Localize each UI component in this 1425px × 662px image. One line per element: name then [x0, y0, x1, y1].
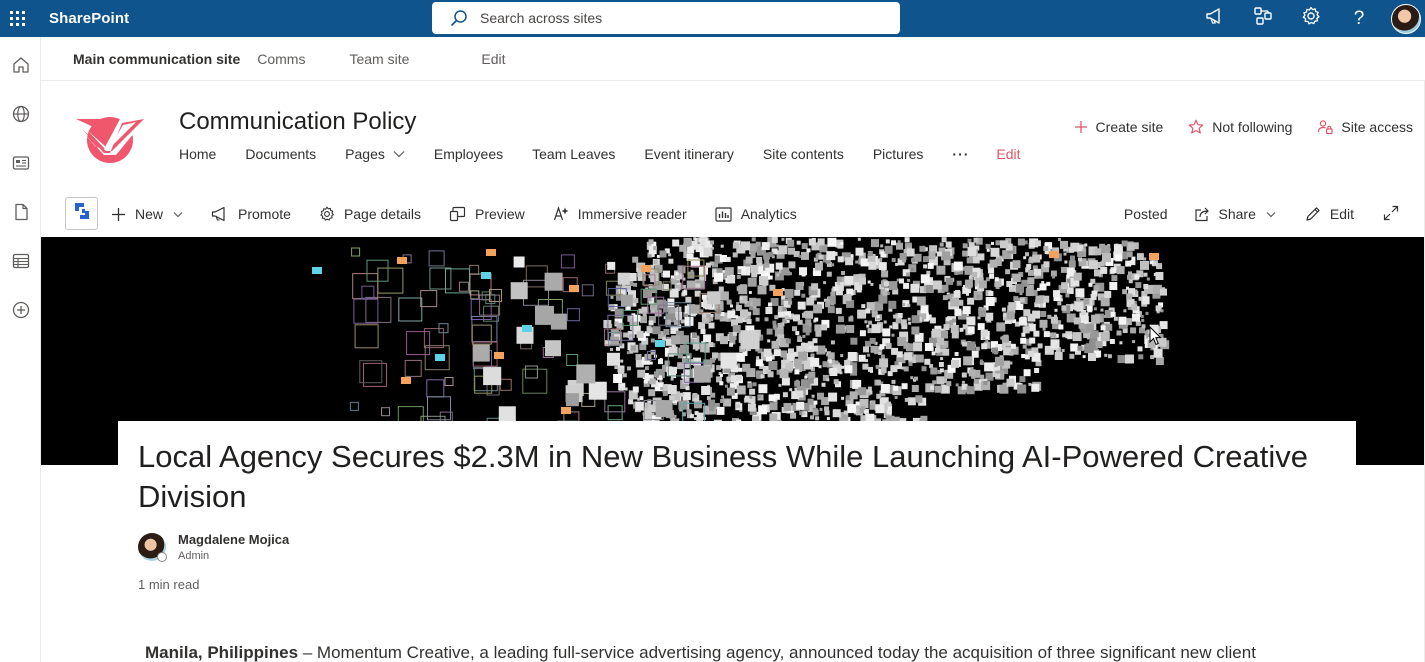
- immersive-reader-button[interactable]: Immersive reader: [553, 206, 687, 222]
- megaphone-icon: [211, 206, 229, 222]
- nav-edit-link[interactable]: Edit: [996, 146, 1020, 162]
- follow-button[interactable]: Not following: [1188, 119, 1292, 135]
- nav-item-pictures[interactable]: Pictures: [873, 146, 924, 162]
- connections-button[interactable]: [1239, 0, 1287, 37]
- brand-link[interactable]: SharePoint: [49, 10, 129, 27]
- hub-navigation: Main communication site Comms Team site …: [41, 37, 1425, 81]
- announcements-button[interactable]: [1191, 0, 1239, 37]
- page-title: Local Agency Secures $2.3M in New Busine…: [138, 439, 1309, 514]
- share-button[interactable]: Share: [1194, 206, 1276, 222]
- expand-icon: [1383, 205, 1399, 224]
- author-avatar[interactable]: [138, 533, 167, 562]
- author-byline: Magdalene Mojica Admin: [138, 531, 289, 565]
- news-icon: [12, 154, 30, 177]
- nav-item-site-contents[interactable]: Site contents: [763, 146, 844, 162]
- site-navigation: Home Documents Pages Employees Team Leav…: [179, 144, 1050, 164]
- search-icon: [450, 9, 468, 27]
- analytics-button[interactable]: Analytics: [715, 206, 797, 222]
- nav-item-event-itinerary[interactable]: Event itinerary: [644, 146, 733, 162]
- star-icon: [1188, 119, 1204, 135]
- waffle-icon: [9, 11, 25, 26]
- people-lock-icon: [1317, 119, 1334, 135]
- gear-icon: [319, 206, 335, 222]
- mouse-cursor-icon: [1149, 325, 1163, 351]
- news-button[interactable]: [0, 141, 41, 190]
- read-time: 1 min read: [138, 577, 200, 592]
- article-dateline: Manila, Philippines: [145, 643, 299, 662]
- nav-item-employees[interactable]: Employees: [434, 146, 503, 162]
- create-button[interactable]: [0, 288, 41, 337]
- site-logo[interactable]: [74, 109, 150, 165]
- chevron-down-icon: [393, 150, 405, 158]
- settings-button[interactable]: [1287, 0, 1335, 37]
- pencil-icon: [1305, 206, 1321, 222]
- profile-avatar[interactable]: [1391, 3, 1421, 34]
- megaphone-icon: [1205, 7, 1225, 30]
- preview-button[interactable]: Preview: [449, 206, 525, 222]
- viva-app-button[interactable]: [65, 197, 98, 230]
- presence-icon: [157, 552, 167, 562]
- author-role: Admin: [178, 550, 210, 562]
- home-icon: [12, 56, 30, 79]
- search-input[interactable]: [480, 10, 860, 26]
- command-bar: New Promote Page details Preview Immersi…: [41, 191, 1425, 237]
- hub-link-team-site[interactable]: Team site: [349, 51, 409, 67]
- site-title[interactable]: Communication Policy: [179, 108, 416, 136]
- expand-button[interactable]: [1383, 205, 1399, 224]
- network-icon: [1253, 6, 1273, 31]
- chevron-down-icon: [173, 211, 183, 218]
- gear-icon: [1301, 6, 1321, 31]
- suite-bar: SharePoint ?: [0, 0, 1425, 37]
- author-name[interactable]: Magdalene Mojica: [178, 531, 289, 548]
- edit-page-button[interactable]: Edit: [1305, 206, 1354, 222]
- search-box[interactable]: [432, 2, 900, 34]
- nav-item-team-leaves[interactable]: Team Leaves: [532, 146, 615, 162]
- sites-button[interactable]: [0, 92, 41, 141]
- preview-icon: [449, 206, 466, 222]
- help-icon: ?: [1353, 7, 1365, 29]
- nav-item-pages[interactable]: Pages: [345, 146, 405, 162]
- analytics-icon: [715, 206, 732, 222]
- create-site-button[interactable]: Create site: [1074, 119, 1163, 135]
- promote-button[interactable]: Promote: [211, 206, 291, 222]
- page-details-button[interactable]: Page details: [319, 206, 421, 222]
- list-icon: [12, 252, 30, 275]
- site-header: Communication Policy Home Documents Page…: [41, 81, 1425, 191]
- document-icon: [12, 203, 30, 226]
- title-region: Local Agency Secures $2.3M in New Busine…: [118, 421, 1356, 521]
- hub-title-link[interactable]: Main communication site: [73, 51, 240, 67]
- article-body: Manila, Philippines – Momentum Creative,…: [145, 643, 1256, 662]
- new-button[interactable]: New: [111, 206, 183, 222]
- home-button[interactable]: [0, 43, 41, 92]
- plus-icon: [1074, 120, 1088, 134]
- article-body-text: – Momentum Creative, a leading full-serv…: [298, 643, 1256, 662]
- lists-button[interactable]: [0, 239, 41, 288]
- plus-icon: [111, 207, 126, 222]
- publish-status: Posted: [1123, 206, 1168, 222]
- files-button[interactable]: [0, 190, 41, 239]
- app-launcher-button[interactable]: [0, 0, 34, 37]
- nav-more-button[interactable]: ···: [952, 146, 969, 162]
- globe-icon: [12, 105, 30, 128]
- app-bar: [0, 37, 41, 662]
- nav-item-documents[interactable]: Documents: [245, 146, 316, 162]
- hub-link-comms[interactable]: Comms: [257, 51, 305, 67]
- chevron-down-icon: [1266, 211, 1276, 218]
- add-circle-icon: [12, 301, 30, 324]
- help-button[interactable]: ?: [1335, 0, 1383, 37]
- nav-item-home[interactable]: Home: [179, 146, 216, 162]
- site-access-button[interactable]: Site access: [1317, 119, 1413, 135]
- app-logo-icon: [73, 201, 91, 226]
- share-icon: [1194, 206, 1210, 222]
- hub-edit-link[interactable]: Edit: [481, 51, 505, 67]
- immersive-reader-icon: [553, 206, 569, 222]
